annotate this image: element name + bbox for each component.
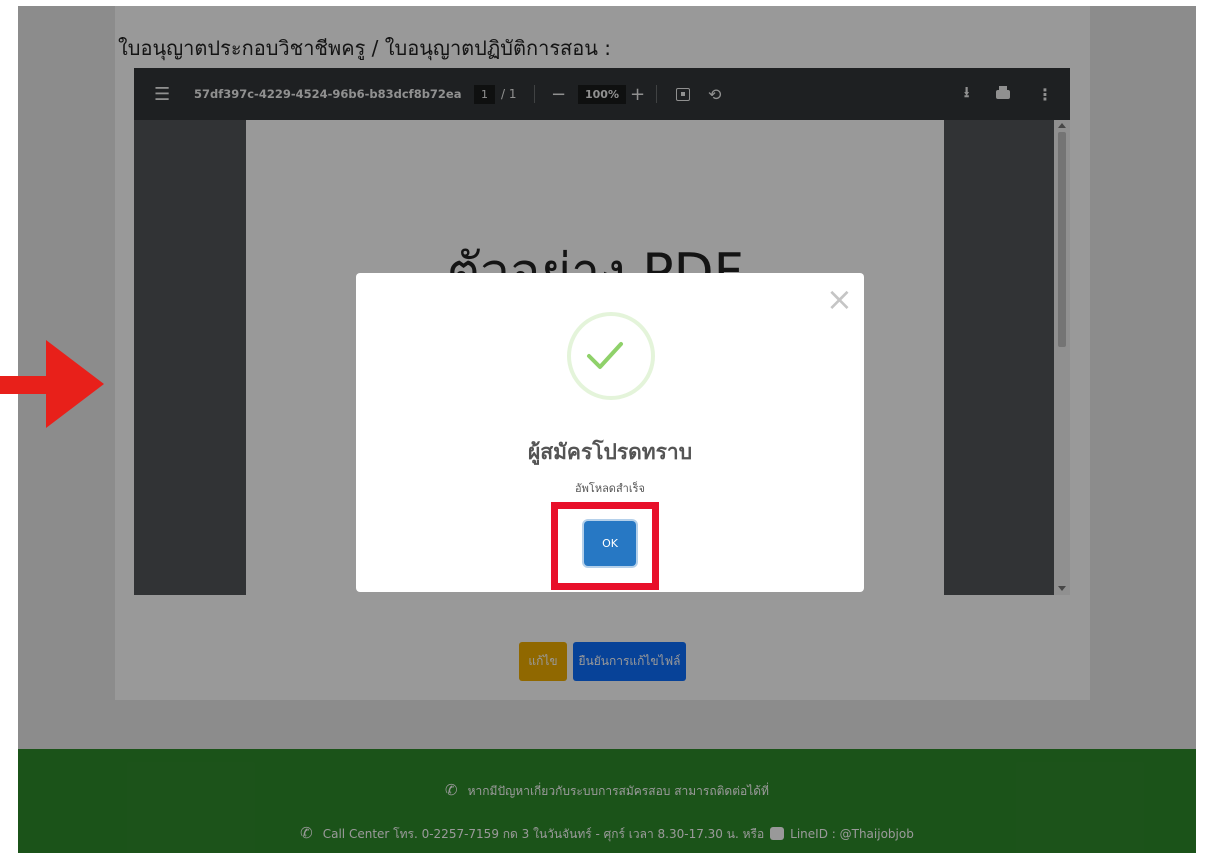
ok-button[interactable]: OK bbox=[584, 521, 636, 566]
alert-modal: × ผู้สมัครโปรดทราบ อัพโหลดสำเร็จ OK bbox=[356, 273, 864, 592]
close-icon[interactable]: × bbox=[826, 283, 853, 315]
arrow-icon bbox=[0, 340, 104, 428]
modal-message: อัพโหลดสำเร็จ bbox=[575, 482, 645, 495]
modal-title: ผู้สมัครโปรดทราบ bbox=[527, 440, 693, 464]
check-icon bbox=[587, 342, 623, 369]
